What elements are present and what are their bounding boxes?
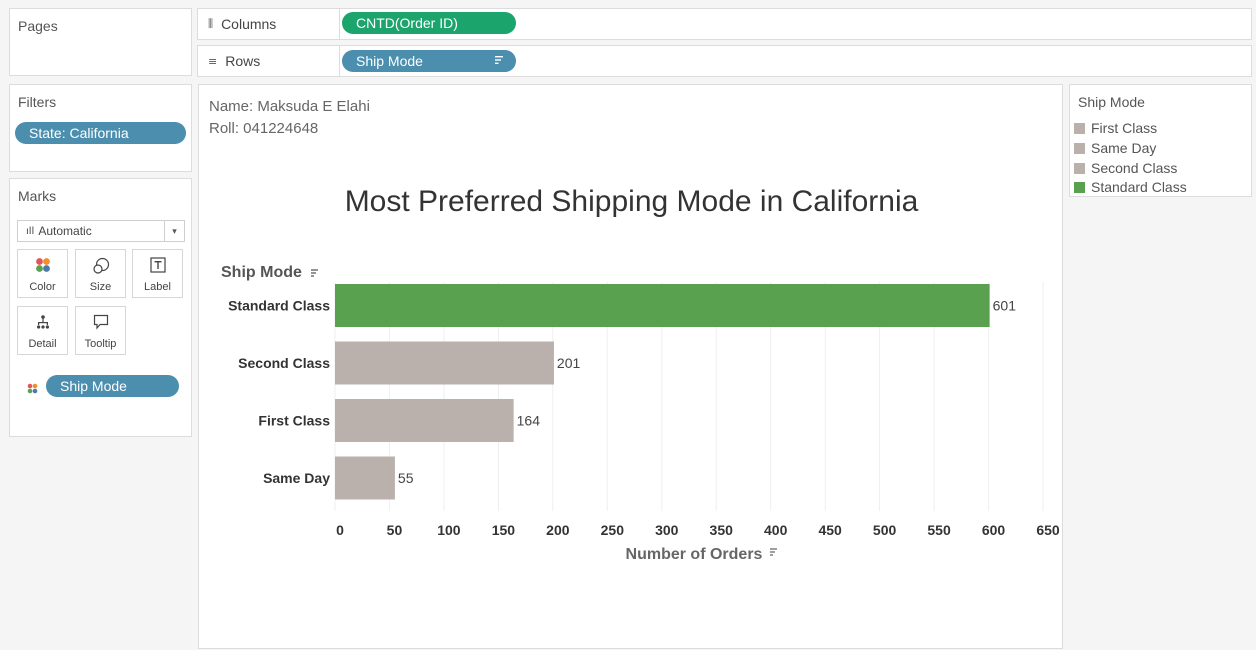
size-button-label: Size <box>89 281 112 293</box>
columns-icon: ⫼ <box>208 17 214 30</box>
state-filter-pill[interactable]: State: California <box>15 122 186 144</box>
legend-item-second-class[interactable]: Second Class <box>1074 160 1177 176</box>
x-tick-label: 450 <box>818 522 842 538</box>
legend-label: Same Day <box>1091 140 1157 156</box>
bar <box>335 399 514 442</box>
data-label: 201 <box>557 355 581 371</box>
legend-swatch <box>1074 122 1085 134</box>
rows-shelf-label: ≡ Rows <box>198 46 340 76</box>
x-tick-label: 600 <box>982 522 1006 538</box>
bar <box>335 284 990 327</box>
color-encoding-icon <box>27 381 38 399</box>
chevron-down-icon[interactable]: ▾ <box>164 221 184 241</box>
filters-title: Filters <box>18 94 57 110</box>
chart-view: Name: Maksuda E Elahi Roll: 041224648 Mo… <box>198 84 1063 649</box>
legend-label: Standard Class <box>1091 179 1187 195</box>
legend-item-standard-class[interactable]: Standard Class <box>1074 179 1187 195</box>
color-button[interactable]: Color <box>17 249 68 298</box>
bar-chart-icon: ıll <box>26 225 35 237</box>
size-icon <box>76 257 125 275</box>
detail-button-label: Detail <box>28 338 57 350</box>
x-tick-label: 50 <box>387 522 403 538</box>
ship-mode-row-pill[interactable]: Ship Mode <box>342 50 516 72</box>
bar <box>335 456 395 500</box>
x-tick-label: 300 <box>655 522 679 538</box>
rows-icon: ≡ <box>208 54 218 68</box>
rows-shelf[interactable]: ≡ Rows Ship Mode <box>197 45 1252 77</box>
data-label: 601 <box>993 298 1017 314</box>
x-axis-title: Number of Orders <box>626 546 763 563</box>
sort-icon <box>770 548 777 556</box>
y-axis-title: Ship Mode <box>221 264 302 281</box>
mark-type-select[interactable]: ıll Automatic ▾ <box>17 220 185 242</box>
columns-shelf-label: ⫼ Columns <box>198 9 340 39</box>
marks-panel: Marks ıll Automatic ▾ Color Size Label D… <box>9 178 192 437</box>
columns-shelf[interactable]: ⫼ Columns CNTD(Order ID) <box>197 8 1252 40</box>
pages-panel: Pages <box>9 8 192 76</box>
legend-title: Ship Mode <box>1078 94 1145 110</box>
marks-ship-mode-pill[interactable]: Ship Mode <box>46 375 179 397</box>
x-tick-label: 350 <box>710 522 734 538</box>
bar <box>335 341 554 385</box>
tooltip-button[interactable]: Tooltip <box>75 306 126 355</box>
legend-swatch <box>1074 142 1085 154</box>
sort-icon <box>311 269 318 277</box>
ship-mode-row-pill-label: Ship Mode <box>356 53 423 69</box>
category-label: First Class <box>258 413 330 429</box>
tooltip-icon <box>76 314 125 330</box>
color-legend: Ship Mode First Class Same Day Second Cl… <box>1069 84 1252 197</box>
cntd-order-id-pill[interactable]: CNTD(Order ID) <box>342 12 516 34</box>
label-button[interactable]: Label <box>132 249 183 298</box>
label-button-label: Label <box>144 281 171 293</box>
detail-icon <box>18 314 67 330</box>
legend-swatch <box>1074 181 1085 193</box>
bar-chart: Ship Mode Standard Class 601 Second Class 20… <box>221 264 1060 563</box>
x-tick-label: 500 <box>873 522 897 538</box>
marks-title: Marks <box>18 188 57 204</box>
x-tick-label: 0 <box>336 522 344 538</box>
category-label: Same Day <box>263 470 330 486</box>
x-tick-label: 150 <box>492 522 516 538</box>
x-tick-label: 400 <box>764 522 788 538</box>
x-tick-label: 650 <box>1036 522 1060 538</box>
data-label: 164 <box>517 413 541 429</box>
legend-item-same-day[interactable]: Same Day <box>1074 140 1156 156</box>
mark-type-value: Automatic <box>38 224 92 238</box>
tooltip-button-label: Tooltip <box>84 338 117 350</box>
category-label: Standard Class <box>228 298 330 314</box>
data-label: 55 <box>398 470 414 486</box>
detail-button[interactable]: Detail <box>17 306 68 355</box>
columns-label-text: Columns <box>221 16 277 32</box>
color-button-label: Color <box>29 281 56 293</box>
size-button[interactable]: Size <box>75 249 126 298</box>
pages-title: Pages <box>18 18 58 34</box>
category-label: Second Class <box>238 355 330 371</box>
color-icon <box>18 257 67 273</box>
legend-item-first-class[interactable]: First Class <box>1074 120 1157 136</box>
legend-label: First Class <box>1091 120 1158 136</box>
x-tick-label: 100 <box>437 522 461 538</box>
x-tick-label: 550 <box>927 522 951 538</box>
legend-swatch <box>1074 162 1085 174</box>
rows-label-text: Rows <box>225 53 261 69</box>
label-icon <box>133 257 182 273</box>
sort-descending-icon[interactable] <box>494 55 504 65</box>
legend-label: Second Class <box>1091 160 1178 176</box>
x-tick-label: 250 <box>601 522 625 538</box>
filters-panel: Filters State: California <box>9 84 192 172</box>
x-tick-label: 200 <box>546 522 570 538</box>
